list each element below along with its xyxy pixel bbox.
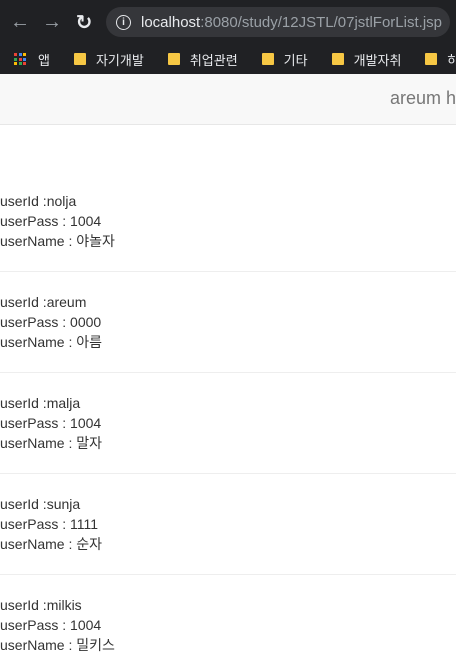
- folder-icon: [73, 53, 86, 65]
- list-item: userId :milkis userPass : 1004 userName …: [0, 595, 456, 655]
- folder-icon: [425, 53, 438, 65]
- user-name: userName : 순자: [0, 536, 103, 552]
- bookmark-label: 앱: [38, 52, 50, 68]
- url-host: localhost: [141, 13, 201, 31]
- info-icon[interactable]: i: [116, 14, 131, 30]
- user-name: userName : 야놀자: [0, 233, 115, 249]
- user-id: userId :nolja: [0, 193, 77, 209]
- browser-toolbar: ← → ↻ i localhost:8080/study/12JSTL/07js…: [0, 0, 456, 44]
- user-id: userId :sunja: [0, 496, 81, 512]
- bookmark-apps[interactable]: 앱: [14, 50, 50, 69]
- user-pass: userPass : 0000: [0, 314, 102, 330]
- bookmark-label: 자기개발: [95, 52, 144, 68]
- user-name: userName : 아름: [0, 334, 103, 350]
- bookmark-folder[interactable]: 자기개발: [73, 50, 144, 69]
- divider: [0, 473, 456, 474]
- user-id: userId :areum: [0, 294, 87, 310]
- user-pass: userPass : 1111: [0, 516, 99, 532]
- address-bar[interactable]: i localhost:8080/study/12JSTL/07jstlForL…: [106, 7, 450, 37]
- bookmark-folder[interactable]: 개발자취: [331, 50, 402, 69]
- bookmark-label: 취업관련: [189, 52, 238, 68]
- folder-icon: [261, 53, 274, 65]
- user-pass: userPass : 1004: [0, 415, 102, 431]
- back-arrow-icon[interactable]: ←: [6, 8, 34, 36]
- bookmark-folder[interactable]: 취업관련: [167, 50, 238, 69]
- divider: [0, 271, 456, 272]
- user-name: userName : 말자: [0, 435, 103, 451]
- folder-icon: [167, 53, 180, 65]
- user-list: userId :nolja userPass : 1004 userName :…: [0, 125, 456, 655]
- page-navbar: areum h: [0, 74, 456, 125]
- divider: [0, 372, 456, 373]
- bookmark-label: 개발자취: [353, 52, 402, 68]
- user-pass: userPass : 1004: [0, 213, 102, 229]
- url-path: :8080/study/12JSTL/07jstlForList.jsp: [200, 13, 442, 31]
- browser-chrome: ← → ↻ i localhost:8080/study/12JSTL/07js…: [0, 0, 456, 74]
- user-id: userId :malja: [0, 395, 81, 411]
- list-item: userId :areum userPass : 0000 userName :…: [0, 292, 456, 352]
- bookmark-label: 기타: [283, 52, 308, 68]
- apps-grid-icon: [14, 53, 26, 65]
- user-pass: userPass : 1004: [0, 617, 102, 633]
- bookmark-folder[interactable]: 하루: [425, 50, 456, 69]
- navbar-brand[interactable]: areum h: [390, 88, 456, 109]
- divider: [0, 574, 456, 575]
- bookmark-folder[interactable]: 기타: [261, 50, 308, 69]
- list-item: userId :nolja userPass : 1004 userName :…: [0, 191, 456, 251]
- user-id: userId :milkis: [0, 597, 82, 613]
- bookmarks-bar: 앱 자기개발 취업관련 기타 개발자취 하루: [0, 44, 456, 74]
- forward-arrow-icon[interactable]: →: [38, 8, 66, 36]
- user-name: userName : 밀키스: [0, 637, 115, 653]
- list-item: userId :sunja userPass : 1111 userName :…: [0, 494, 456, 554]
- list-item: userId :malja userPass : 1004 userName :…: [0, 393, 456, 453]
- folder-icon: [331, 53, 344, 65]
- bookmark-label: 하루: [447, 52, 456, 68]
- reload-icon[interactable]: ↻: [70, 8, 98, 36]
